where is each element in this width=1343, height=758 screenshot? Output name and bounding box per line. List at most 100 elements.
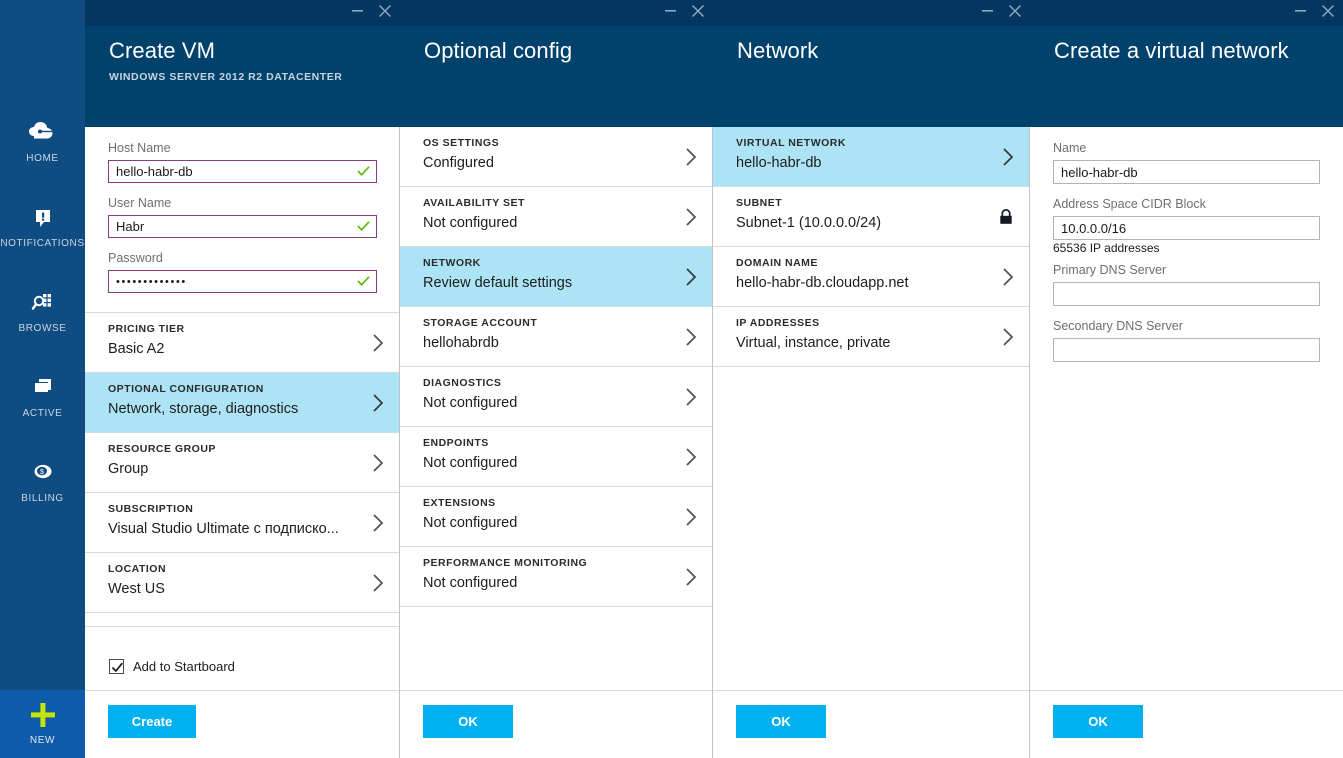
close-icon[interactable] [1321, 4, 1335, 22]
blade-footer: Create [85, 690, 400, 758]
list-item-extensions[interactable]: EXTENSIONS Not configured [400, 487, 713, 547]
password-value: ••••••••••••• [116, 275, 187, 288]
valid-check-icon [357, 275, 370, 288]
blade-body: OS SETTINGS Configured AVAILABILITY SET … [400, 127, 713, 758]
row-caption: STORAGE ACCOUNT [423, 317, 538, 329]
chevron-right-icon [372, 453, 385, 473]
ok-button[interactable]: OK [423, 705, 513, 738]
sidebar-item-billing[interactable]: $ BILLING [0, 450, 85, 510]
blade-body: VIRTUAL NETWORK hello-habr-db SUBNET Sub… [713, 127, 1030, 758]
sidebar-item-label: ACTIVE [22, 408, 63, 419]
left-navigation-rail: HOME NOTIFICATIONS BROWSE ACTIVE $ BILLI… [0, 0, 85, 758]
azure-portal-screen: HOME NOTIFICATIONS BROWSE ACTIVE $ BILLI… [0, 0, 1343, 758]
list-item-performance-monitoring[interactable]: PERFORMANCE MONITORING Not configured [400, 547, 713, 607]
list-item-virtual-network[interactable]: VIRTUAL NETWORK hello-habr-db [713, 127, 1030, 187]
row-caption: SUBNET [736, 197, 783, 209]
minimize-icon[interactable] [664, 2, 677, 24]
ok-button[interactable]: OK [1053, 705, 1143, 738]
page-title: Create a virtual network [1054, 38, 1289, 63]
secondary-dns-label: Secondary DNS Server [1053, 319, 1183, 333]
sidebar-item-notifications[interactable]: NOTIFICATIONS [0, 195, 85, 255]
sidebar-item-home[interactable]: HOME [0, 110, 85, 170]
row-value: Not configured [423, 455, 518, 471]
user-name-input[interactable]: Habr [108, 215, 377, 238]
vnet-name-field-group: Name hello-habr-db [1053, 141, 1320, 184]
blade-title-bar [713, 0, 1030, 26]
blade-header: Create a virtual network [1030, 26, 1343, 127]
row-caption: IP ADDRESSES [736, 317, 820, 329]
blade-body: Host Name hello-habr-db User Name Habr P… [85, 127, 400, 758]
host-name-value: hello-habr-db [116, 164, 193, 179]
sidebar-item-label: BROWSE [18, 323, 67, 334]
host-name-label: Host Name [108, 141, 171, 155]
vnet-name-input[interactable]: hello-habr-db [1053, 160, 1320, 184]
add-to-startboard-checkbox[interactable]: Add to Startboard [109, 659, 235, 674]
user-name-field-group: User Name Habr [108, 196, 377, 238]
chevron-right-icon [685, 387, 698, 407]
svg-text:$: $ [40, 469, 44, 476]
close-icon[interactable] [1008, 4, 1022, 22]
list-item-network[interactable]: NETWORK Review default settings [400, 247, 713, 307]
list-item-availability-set[interactable]: AVAILABILITY SET Not configured [400, 187, 713, 247]
user-name-value: Habr [116, 219, 145, 234]
host-name-input[interactable]: hello-habr-db [108, 160, 377, 183]
row-value: Subnet-1 (10.0.0.0/24) [736, 215, 882, 231]
list-item-domain-name[interactable]: DOMAIN NAME hello-habr-db.cloudapp.net [713, 247, 1030, 307]
password-input[interactable]: ••••••••••••• [108, 270, 377, 293]
list-item-pricing-tier[interactable]: PRICING TIER Basic A2 [85, 313, 400, 373]
minimize-icon[interactable] [1294, 2, 1307, 24]
cidr-value: 10.0.0.0/16 [1061, 220, 1127, 236]
list-item-subnet[interactable]: SUBNET Subnet-1 (10.0.0.0/24) [713, 187, 1030, 247]
row-caption: DOMAIN NAME [736, 257, 818, 269]
chevron-right-icon [685, 147, 698, 167]
row-caption: VIRTUAL NETWORK [736, 137, 846, 149]
minimize-icon[interactable] [981, 2, 994, 24]
list-item-ip-addresses[interactable]: IP ADDRESSES Virtual, instance, private [713, 307, 1030, 367]
list-item-resource-group[interactable]: RESOURCE GROUP Group [85, 433, 400, 493]
page-title: Network [737, 38, 819, 63]
list-item-diagnostics[interactable]: DIAGNOSTICS Not configured [400, 367, 713, 427]
row-value: West US [108, 581, 165, 597]
list-item-optional-configuration[interactable]: OPTIONAL CONFIGURATION Network, storage,… [85, 373, 400, 433]
secondary-dns-input[interactable] [1053, 338, 1320, 362]
cidr-input[interactable]: 10.0.0.0/16 [1053, 216, 1320, 240]
close-icon[interactable] [691, 4, 705, 22]
create-button[interactable]: Create [108, 705, 196, 738]
blade-create-vm: Create VM WINDOWS SERVER 2012 R2 DATACEN… [85, 0, 400, 758]
list-spacer [85, 613, 400, 627]
network-settings-list: VIRTUAL NETWORK hello-habr-db SUBNET Sub… [713, 127, 1030, 367]
list-item-storage-account[interactable]: STORAGE ACCOUNT hellohabrdb [400, 307, 713, 367]
password-field-group: Password ••••••••••••• [108, 251, 377, 293]
minimize-icon[interactable] [351, 2, 364, 24]
new-resource-button[interactable]: NEW [0, 690, 85, 758]
cidr-label: Address Space CIDR Block [1053, 197, 1206, 211]
chevron-right-icon [372, 393, 385, 413]
cidr-field-group: Address Space CIDR Block 10.0.0.0/16 655… [1053, 197, 1320, 255]
chevron-right-icon [1002, 267, 1015, 287]
list-item-location[interactable]: LOCATION West US [85, 553, 400, 613]
close-icon[interactable] [378, 4, 392, 22]
list-item-endpoints[interactable]: ENDPOINTS Not configured [400, 427, 713, 487]
row-value: Not configured [423, 515, 518, 531]
active-window-icon [0, 371, 85, 405]
secondary-dns-field-group: Secondary DNS Server [1053, 319, 1320, 362]
checkbox-box [109, 659, 124, 674]
vnet-form-fields: Name hello-habr-db Address Space CIDR Bl… [1030, 127, 1343, 381]
row-value: Visual Studio Ultimate с подписко... [108, 521, 339, 537]
row-caption: OPTIONAL CONFIGURATION [108, 383, 264, 395]
list-item-subscription[interactable]: SUBSCRIPTION Visual Studio Ultimate с по… [85, 493, 400, 553]
vm-form-fields: Host Name hello-habr-db User Name Habr P… [85, 127, 400, 312]
rail-item-list: HOME NOTIFICATIONS BROWSE ACTIVE $ BILLI… [0, 110, 85, 535]
list-item-os-settings[interactable]: OS SETTINGS Configured [400, 127, 713, 187]
chevron-right-icon [685, 207, 698, 227]
page-title: Create VM [109, 38, 216, 63]
row-caption: SUBSCRIPTION [108, 503, 194, 515]
page-title: Optional config [424, 38, 573, 63]
row-value: Not configured [423, 215, 518, 231]
blade-network: Network VIRTUAL NETWORK hello-habr-db SU… [713, 0, 1030, 758]
ok-button[interactable]: OK [736, 705, 826, 738]
sidebar-item-browse[interactable]: BROWSE [0, 280, 85, 340]
sidebar-item-active[interactable]: ACTIVE [0, 365, 85, 425]
primary-dns-input[interactable] [1053, 282, 1320, 306]
window-controls [664, 0, 705, 26]
